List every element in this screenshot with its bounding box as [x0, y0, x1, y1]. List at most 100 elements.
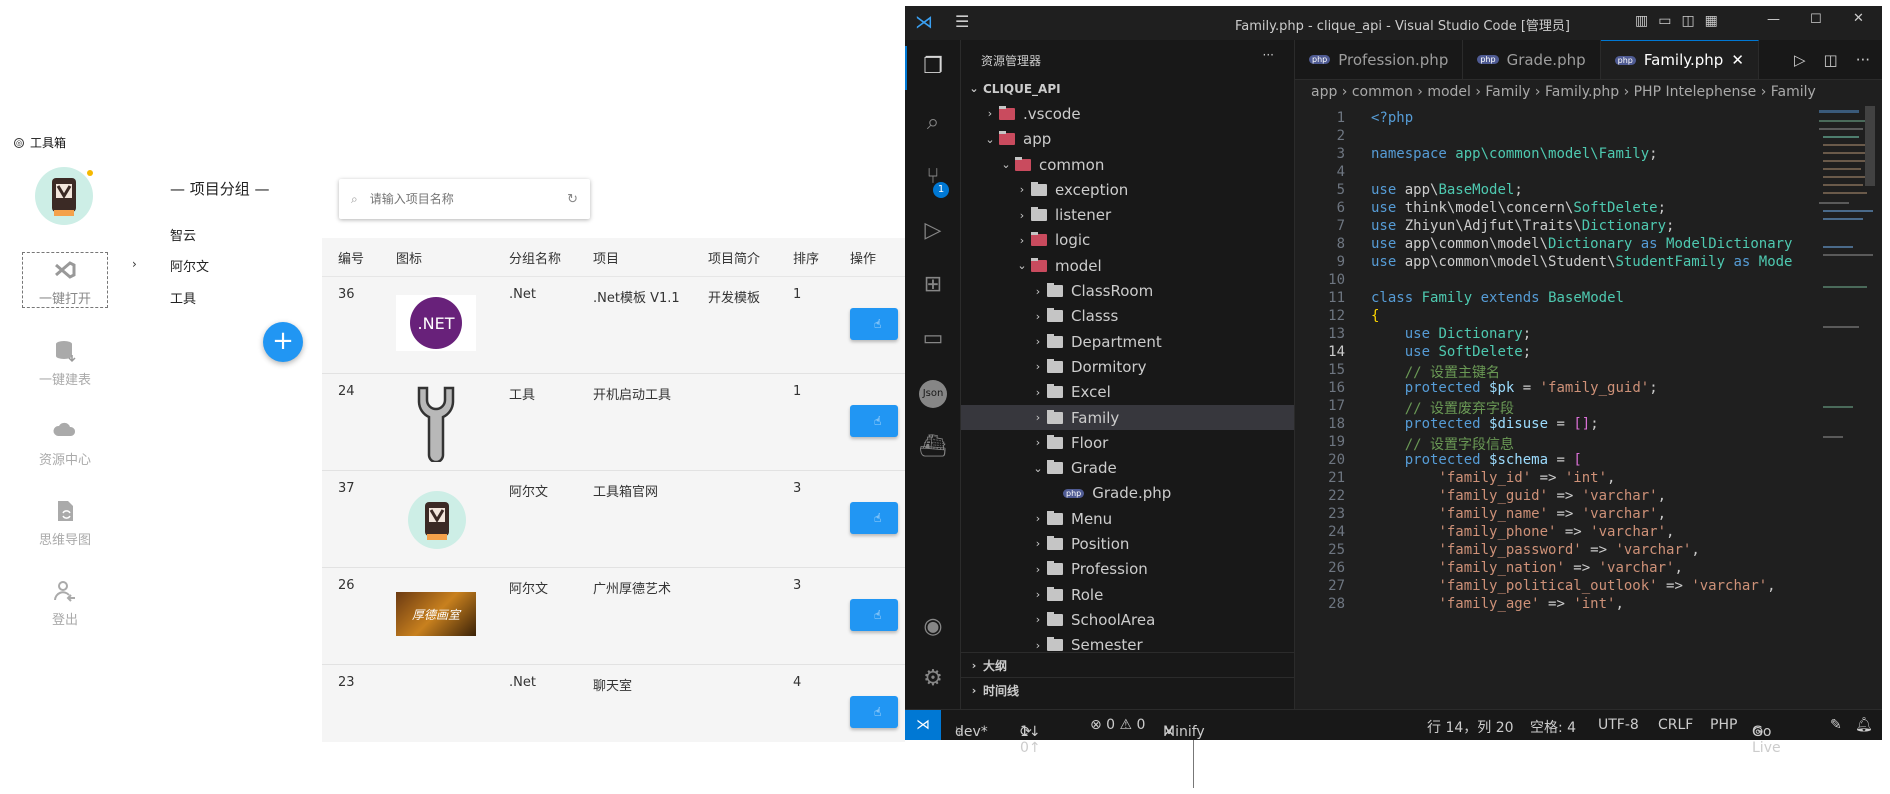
remote-indicator-icon[interactable]: ⋊	[905, 710, 941, 740]
docker-icon[interactable]: ⛴	[919, 434, 947, 462]
group-item[interactable]: 阿尔文	[170, 256, 209, 275]
tree-item[interactable]: › Classs	[961, 304, 1294, 329]
code-editor[interactable]: 1 <?php 2 3 namespace app\common\model\Famil…	[1295, 106, 1815, 709]
code-line[interactable]: 'family_age' => 'int',	[1371, 596, 1623, 612]
tree-item[interactable]: › Floor	[961, 430, 1294, 455]
more-actions-icon[interactable]: ···	[1856, 51, 1870, 69]
code-line[interactable]: use app\BaseModel;	[1371, 182, 1523, 198]
group-item[interactable]: 智云	[170, 225, 196, 244]
code-line[interactable]: // 设置废弃字段	[1371, 398, 1514, 418]
run-file-icon[interactable]: ▷	[1794, 51, 1806, 69]
extensions-icon[interactable]: ⊞	[919, 272, 947, 300]
cursor-position[interactable]: 行 14，列 20	[1427, 717, 1514, 737]
accounts-status-icon[interactable]: ✎	[1830, 717, 1842, 733]
tree-item[interactable]: php Grade.php	[961, 481, 1294, 506]
table-row[interactable]: 24 工具 开机启动工具 1 ☝	[322, 374, 905, 471]
project-search-input[interactable]	[369, 192, 540, 206]
tree-item[interactable]: › .vscode	[961, 101, 1294, 126]
layout-toggle-icons[interactable]: ▥▭◫▦	[1635, 13, 1728, 29]
tree-item[interactable]: › SchoolArea	[961, 607, 1294, 632]
code-line[interactable]: use app\common\model\Dictionary as Model…	[1371, 236, 1792, 252]
code-line[interactable]: 'family_name' => 'varchar',	[1371, 506, 1666, 522]
code-line[interactable]: 'family_phone' => 'varchar',	[1371, 524, 1674, 540]
code-line[interactable]: use Zhiyun\Adjfut\Traits\Dictionary;	[1371, 218, 1674, 234]
code-line[interactable]: <?php	[1371, 110, 1413, 126]
account-icon[interactable]: ◉	[919, 614, 947, 642]
tree-item[interactable]: › Position	[961, 531, 1294, 556]
tree-item[interactable]: › logic	[961, 228, 1294, 253]
code-line[interactable]: use Dictionary;	[1371, 326, 1531, 342]
table-row[interactable]: 36 .NET .Net .Net模板 V1.1 开发模板 1 ☝	[322, 277, 905, 374]
settings-gear-icon[interactable]: ⚙	[919, 666, 947, 694]
tab-family[interactable]: php Family.php ✕	[1600, 40, 1759, 79]
table-row[interactable]: 37 阿尔文 工具箱官网 3 ☝	[322, 471, 905, 568]
nav-open-oneclick[interactable]: 一键打开	[22, 252, 108, 308]
indent-spaces[interactable]: 空格: 4	[1530, 717, 1576, 737]
code-line[interactable]: // 设置字段信息	[1371, 434, 1514, 454]
project-root[interactable]: ⌄ CLIQUE_API	[961, 76, 1294, 101]
code-line[interactable]: protected $pk = 'family_guid';	[1371, 380, 1658, 396]
menu-hamburger-icon[interactable]: ☰	[955, 12, 969, 31]
tree-item[interactable]: › Dormitory	[961, 354, 1294, 379]
code-line[interactable]: 'family_guid' => 'varchar',	[1371, 488, 1666, 504]
split-editor-icon[interactable]: ◫	[1824, 51, 1838, 69]
breadcrumb[interactable]: app › common › model › Family › Family.p…	[1295, 80, 1882, 106]
code-line[interactable]: // 设置主键名	[1371, 362, 1500, 382]
code-line[interactable]: protected $schema = [	[1371, 452, 1582, 468]
file-encoding[interactable]: UTF-8	[1598, 717, 1639, 733]
scrollbar-thumb[interactable]	[1865, 106, 1875, 186]
maximize-icon[interactable]: ☐	[1810, 12, 1822, 27]
json-icon[interactable]: Json	[919, 380, 947, 408]
code-line[interactable]: 'family_id' => 'int',	[1371, 470, 1615, 486]
tree-item[interactable]: › Role	[961, 582, 1294, 607]
tab-profession[interactable]: php Profession.php	[1295, 40, 1464, 79]
run-debug-icon[interactable]: ▷	[919, 218, 947, 246]
open-project-button[interactable]: ☝	[850, 599, 898, 631]
code-line[interactable]: 'family_political_outlook' => 'varchar',	[1371, 578, 1775, 594]
code-line[interactable]: class Family extends BaseModel	[1371, 290, 1624, 306]
table-row[interactable]: 23 .Net 聊天室 4 ☝	[322, 665, 905, 762]
tree-item[interactable]: › Department	[961, 329, 1294, 354]
tree-item[interactable]: ⌄ Grade	[961, 455, 1294, 480]
open-project-button[interactable]: ☝	[850, 405, 898, 437]
tree-item[interactable]: › Excel	[961, 380, 1294, 405]
tree-item[interactable]: › Menu	[961, 506, 1294, 531]
code-line[interactable]: protected $disuse = [];	[1371, 416, 1599, 432]
code-line[interactable]: use think\model\concern\SoftDelete;	[1371, 200, 1666, 216]
nav-create-table[interactable]: 一键建表	[22, 332, 108, 388]
tree-item[interactable]: › ClassRoom	[961, 278, 1294, 303]
tree-item[interactable]: ⌄ common	[961, 152, 1294, 177]
add-group-button[interactable]: +	[263, 322, 303, 362]
tree-item[interactable]: › listener	[961, 202, 1294, 227]
open-project-button[interactable]: ☝	[850, 502, 898, 534]
tree-item[interactable]: › Family	[961, 404, 1294, 431]
language-mode[interactable]: PHP	[1710, 717, 1737, 733]
end-of-line[interactable]: CRLF	[1658, 717, 1693, 733]
tab-grade[interactable]: php Grade.php	[1463, 40, 1601, 79]
code-line[interactable]: 'family_nation' => 'varchar',	[1371, 560, 1682, 576]
code-line[interactable]: 'family_password' => 'varchar',	[1371, 542, 1699, 558]
code-line[interactable]: use app\common\model\Student\StudentFami…	[1371, 254, 1792, 270]
problems-status[interactable]: ⊗ 0 ⚠ 0	[1090, 717, 1145, 733]
nav-logout[interactable]: 登出	[22, 572, 108, 628]
tree-item[interactable]: ⌄ model	[961, 253, 1294, 278]
more-actions-icon[interactable]: ···	[1263, 48, 1274, 62]
open-project-button[interactable]: ☝	[850, 308, 898, 340]
explorer-icon[interactable]: ❐	[919, 54, 947, 82]
tree-item[interactable]: ⌄ app	[961, 127, 1294, 152]
table-row[interactable]: 26 厚德画室 阿尔文 广州厚德艺术 3 ☝	[322, 568, 905, 665]
search-icon[interactable]: ⌕	[919, 110, 947, 138]
code-line[interactable]: use SoftDelete;	[1371, 344, 1531, 360]
minimize-icon[interactable]: —	[1767, 12, 1780, 27]
nav-resource-center[interactable]: 资源中心	[22, 412, 108, 468]
code-line[interactable]: namespace app\common\model\Family;	[1371, 146, 1658, 162]
open-project-button[interactable]: ☝	[850, 696, 898, 728]
refresh-icon[interactable]: ↻	[567, 192, 578, 207]
outline-section[interactable]: › 大纲	[961, 652, 1294, 677]
timeline-section[interactable]: › 时间线	[961, 677, 1294, 702]
group-item[interactable]: 工具	[170, 288, 196, 307]
remote-explorer-icon[interactable]: ▭	[919, 326, 947, 354]
tree-item[interactable]: › Profession	[961, 557, 1294, 582]
search-box[interactable]: ⌕ ↻	[339, 179, 590, 219]
nav-mind-map[interactable]: 思维导图	[22, 492, 108, 548]
